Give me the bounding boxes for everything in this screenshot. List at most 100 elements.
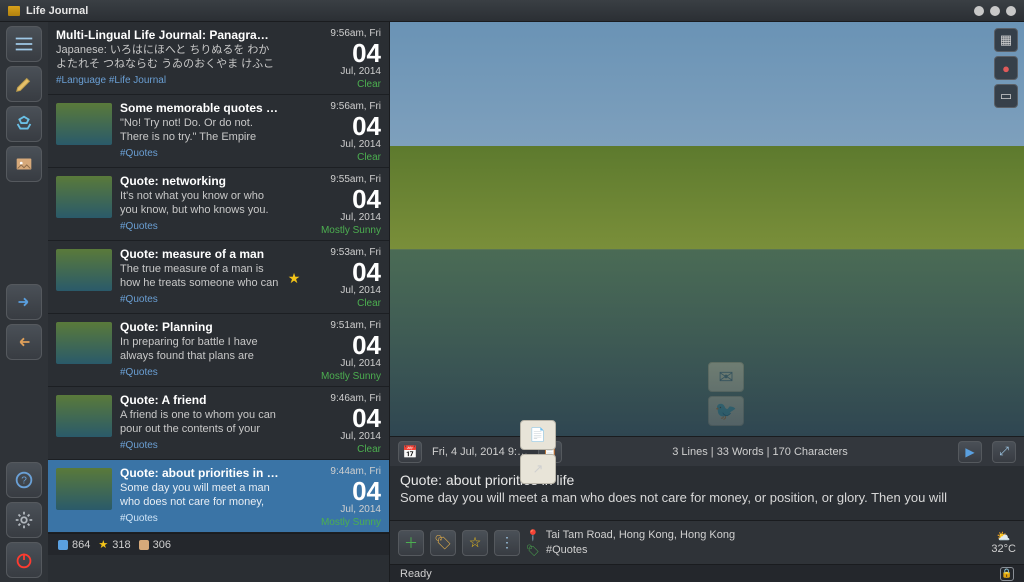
entry-thumbnail bbox=[56, 176, 112, 218]
settings-button[interactable] bbox=[6, 502, 42, 538]
entry-row[interactable]: Quote: measure of a manThe true measure … bbox=[48, 241, 389, 314]
editor[interactable]: Quote: about priorities in life Some day… bbox=[390, 466, 1024, 520]
editor-title: Quote: about priorities in life bbox=[400, 472, 1014, 488]
starred-count: ★318 bbox=[98, 538, 130, 551]
weather-icon: ⛅ bbox=[997, 530, 1011, 543]
entry-tags: #Quotes bbox=[120, 294, 279, 305]
entry-weather: Clear bbox=[309, 152, 381, 163]
photo-crop-button[interactable]: ▦ bbox=[994, 28, 1018, 52]
entry-title: Some memorable quotes by… bbox=[120, 101, 279, 115]
new-entry-button[interactable] bbox=[6, 66, 42, 102]
entry-title: Quote: A friend bbox=[120, 393, 279, 407]
entry-excerpt: It's not what you know or who you know, … bbox=[120, 190, 279, 218]
calendar-button[interactable]: 📅 bbox=[398, 441, 422, 463]
entry-date: Jul, 2014 bbox=[309, 139, 381, 150]
entry-photo: ▦ ● ▭ ✉ 🐦 bbox=[390, 22, 1024, 436]
entry-stats: 3 Lines | 33 Words | 170 Characters bbox=[572, 446, 948, 458]
entry-star-icon[interactable] bbox=[287, 101, 301, 163]
entry-meta: 9:56am, Fri04Jul, 2014Clear bbox=[309, 101, 381, 163]
entry-tags: #Quotes bbox=[120, 367, 279, 378]
entry-day: 04 bbox=[309, 40, 381, 66]
detail-pane: ▦ ● ▭ ✉ 🐦 📅 Fri, 4 Jul, 2014 9:… 📋 3 Lin… bbox=[390, 22, 1024, 582]
floating-overlay: 📄 ↗ bbox=[520, 420, 556, 484]
minimize-button[interactable] bbox=[974, 6, 984, 16]
entry-thumbnail bbox=[56, 322, 112, 364]
maximize-button[interactable] bbox=[990, 6, 1000, 16]
entry-row[interactable]: Some memorable quotes by… "No! Try not! D… bbox=[48, 95, 389, 168]
help-button[interactable]: ? bbox=[6, 462, 42, 498]
entry-meta: 9:51am, Fri04Jul, 2014Mostly Sunny bbox=[309, 320, 381, 382]
entry-excerpt: A friend is one to whom you can pour out… bbox=[120, 409, 279, 437]
entry-date: Jul, 2014 bbox=[309, 66, 381, 77]
entry-meta: 9:55am, Fri04Jul, 2014Mostly Sunny bbox=[309, 174, 381, 236]
entry-title: Quote: networking bbox=[120, 174, 279, 188]
entry-star-icon[interactable] bbox=[287, 28, 301, 90]
entry-thumbnail bbox=[56, 249, 112, 291]
entry-star-icon[interactable]: ★ bbox=[287, 247, 301, 309]
window-title: Life Journal bbox=[26, 5, 968, 17]
play-button[interactable]: ▶ bbox=[958, 441, 982, 463]
entry-title: Quote: about priorities in life bbox=[120, 466, 279, 480]
tag-button[interactable]: 🏷 bbox=[430, 530, 456, 556]
gallery-button[interactable] bbox=[6, 146, 42, 182]
svg-text:?: ? bbox=[21, 476, 27, 487]
titlebar: Life Journal bbox=[0, 0, 1024, 22]
export-button[interactable] bbox=[6, 284, 42, 320]
entry-row[interactable]: Quote: about priorities in life Some day … bbox=[48, 460, 389, 533]
menu-button[interactable] bbox=[6, 26, 42, 62]
star-button[interactable]: ☆ bbox=[462, 530, 488, 556]
sidebar: ? bbox=[0, 22, 48, 582]
entry-title: Multi-Lingual Life Journal: Panagrams in… bbox=[56, 28, 279, 42]
info-bar: 📅 Fri, 4 Jul, 2014 9:… 📋 3 Lines | 33 Wo… bbox=[390, 436, 1024, 466]
tags-text: #Quotes bbox=[546, 544, 588, 556]
entry-row[interactable]: Quote: A friend A friend is one to whom y… bbox=[48, 387, 389, 460]
entry-star-icon[interactable] bbox=[287, 393, 301, 455]
entry-row[interactable]: Multi-Lingual Life Journal: Panagrams in… bbox=[48, 22, 389, 95]
entry-list[interactable]: Multi-Lingual Life Journal: Panagrams in… bbox=[48, 22, 390, 582]
entry-date-label: Fri, 4 Jul, 2014 9:… bbox=[432, 446, 528, 458]
entry-day: 04 bbox=[309, 186, 381, 212]
close-button[interactable] bbox=[1006, 6, 1016, 16]
entry-weather: Clear bbox=[309, 79, 381, 90]
entry-tags: #Quotes bbox=[120, 221, 279, 232]
status-bar: Ready 🔒 bbox=[390, 564, 1024, 582]
entry-meta: 9:46am, Fri04Jul, 2014Clear bbox=[309, 393, 381, 455]
entry-row[interactable]: Quote: networking It's not what you know … bbox=[48, 168, 389, 241]
meta-bar: ＋ 🏷 ☆ ⋮ 📍Tai Tam Road, Hong Kong, Hong K… bbox=[390, 520, 1024, 564]
add-button[interactable]: ＋ bbox=[398, 530, 424, 556]
entry-star-icon[interactable] bbox=[287, 466, 301, 528]
entry-thumbnail bbox=[56, 395, 112, 437]
entry-tags: #Quotes bbox=[120, 513, 279, 524]
more-button[interactable]: ⋮ bbox=[494, 530, 520, 556]
fullscreen-button[interactable]: ⤢ bbox=[992, 441, 1016, 463]
entry-meta: 9:56am, Fri04Jul, 2014Clear bbox=[309, 28, 381, 90]
import-button[interactable] bbox=[6, 324, 42, 360]
status-text: Ready bbox=[400, 568, 432, 580]
entry-row[interactable]: Quote: PlanningIn preparing for battle I… bbox=[48, 314, 389, 387]
entry-excerpt: Some day you will meet a man who does no… bbox=[120, 482, 279, 510]
entry-day: 04 bbox=[309, 259, 381, 285]
location-pin-icon: 📍 bbox=[526, 529, 540, 542]
lock-icon[interactable]: 🔒 bbox=[1000, 567, 1014, 581]
entry-date: Jul, 2014 bbox=[309, 212, 381, 223]
recycle-button[interactable] bbox=[6, 106, 42, 142]
entry-weather: Mostly Sunny bbox=[309, 225, 381, 236]
entry-tags: #Quotes bbox=[120, 440, 279, 451]
power-button[interactable] bbox=[6, 542, 42, 578]
editor-body: Some day you will meet a man who does no… bbox=[400, 490, 1014, 505]
entry-date: Jul, 2014 bbox=[309, 285, 381, 296]
total-count: 864 bbox=[58, 539, 90, 551]
overlay-doc-icon[interactable]: 📄 bbox=[520, 420, 556, 450]
entry-excerpt: Japanese: いろはにほへと ちりぬるを わかよたれそ つねならむ うゐの… bbox=[56, 44, 279, 72]
share-twitter-button[interactable]: 🐦 bbox=[708, 396, 744, 426]
share-mail-button[interactable]: ✉ bbox=[708, 362, 744, 392]
entry-excerpt: "No! Try not! Do. Or do not. There is no… bbox=[120, 117, 279, 145]
overlay-nav-icon[interactable]: ↗ bbox=[520, 454, 556, 484]
photo-gallery-button[interactable]: ▭ bbox=[994, 84, 1018, 108]
entry-date: Jul, 2014 bbox=[309, 504, 381, 515]
entry-star-icon[interactable] bbox=[287, 320, 301, 382]
entry-weather: Clear bbox=[309, 444, 381, 455]
entry-thumbnail bbox=[56, 468, 112, 510]
photo-pin-button[interactable]: ● bbox=[994, 56, 1018, 80]
entry-star-icon[interactable] bbox=[287, 174, 301, 236]
